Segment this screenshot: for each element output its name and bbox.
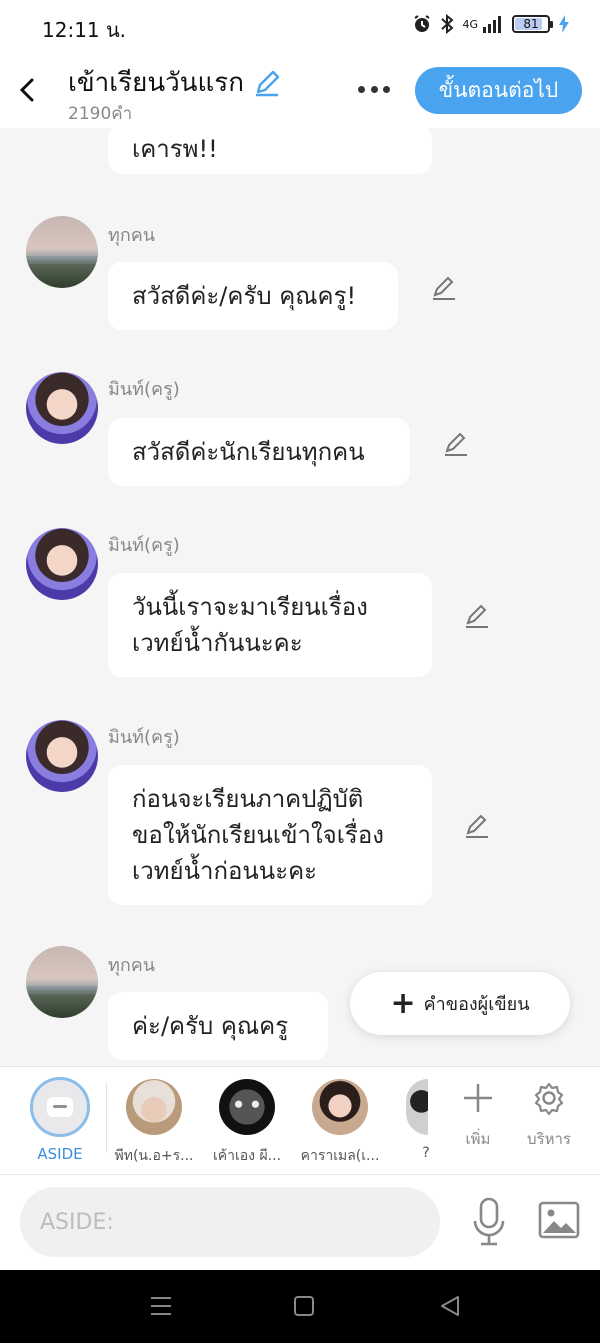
home-icon[interactable] (294, 1296, 314, 1316)
more-dot-icon (383, 85, 390, 93)
message-bubble[interactable]: สวัสดีค่ะนักเรียนทุกคน (108, 418, 410, 486)
next-step-button[interactable]: ขั้นตอนต่อไป (415, 67, 582, 114)
more-dot-icon (370, 85, 378, 93)
message-bubble[interactable]: ก่อนจะเรียนภาคปฏิบัติ ขอให้นักเรียนเข้าใ… (108, 765, 432, 905)
message-bubble[interactable]: วันนี้เราจะมาเรียนเรื่อง เวทย์น้ำกันนะคะ (108, 573, 432, 677)
recent-apps-icon[interactable] (150, 1296, 172, 1316)
bluetooth-icon (441, 14, 455, 34)
plus-icon: + (390, 985, 416, 1021)
speaker-name: ทุกคน (108, 225, 156, 246)
signal-icon (483, 16, 501, 33)
character-label: เค้าเอง ผี... (212, 1148, 282, 1164)
avatar[interactable] (26, 216, 98, 288)
message-text: วันนี้เราจะมาเรียนเรื่อง (132, 593, 368, 621)
character-avatar[interactable] (219, 1079, 275, 1135)
edit-message-icon[interactable] (463, 812, 491, 840)
speaker-name: มินท์(ครู) (108, 535, 180, 556)
battery-indicator: 81 (512, 15, 553, 33)
character-avatar[interactable] (126, 1079, 182, 1135)
back-arrow-icon[interactable] (14, 74, 42, 106)
avatar[interactable] (26, 720, 98, 792)
status-time: 12:11 น. (42, 18, 127, 42)
character-bar: ASIDE พีท(น.อ+ร... เค้าเอง ผี... คาราเมล… (0, 1066, 600, 1174)
avatar[interactable] (26, 528, 98, 600)
status-icons: 4G 81 (412, 14, 570, 34)
edit-message-icon[interactable] (442, 430, 470, 458)
character-avatar[interactable] (406, 1079, 428, 1135)
aside-icon (47, 1097, 73, 1117)
speaker-name: มินท์(ครู) (108, 727, 180, 748)
more-dot-icon (358, 85, 365, 93)
message-text: ขอให้นักเรียนเข้าใจเรื่อง (132, 821, 384, 849)
more-options-button[interactable] (352, 74, 396, 104)
battery-level: 81 (523, 17, 539, 31)
chat-area[interactable]: เคารพ!! ทุกคน สวัสดีค่ะ/ครับ คุณครู! มิน… (0, 128, 600, 1066)
edit-message-icon[interactable] (463, 602, 491, 630)
message-text: ก่อนจะเรียนภาคปฏิบัติ (132, 785, 364, 813)
episode-title: เข้าเรียนวันแรก (68, 68, 244, 98)
avatar[interactable] (26, 372, 98, 444)
character-label: คาราเมล(เ... (300, 1148, 380, 1164)
top-bar: เข้าเรียนวันแรก 2190คำ ขั้นตอนต่อไป (0, 52, 600, 128)
page-title: เข้าเรียนวันแรก (68, 62, 282, 103)
message-bubble[interactable]: สวัสดีค่ะ/ครับ คุณครู! (108, 262, 398, 330)
nav-back-icon[interactable] (438, 1294, 462, 1318)
edit-title-icon[interactable] (252, 68, 282, 98)
aside-label: ASIDE (37, 1145, 83, 1163)
message-input[interactable] (20, 1187, 440, 1257)
charging-icon (559, 15, 569, 33)
add-label: เพิ่ม (465, 1130, 491, 1148)
character-avatar[interactable] (312, 1079, 368, 1135)
manage-button[interactable]: บริหาร (519, 1081, 579, 1151)
message-text: ค่ะ/ครับ คุณครู (132, 1012, 289, 1040)
system-nav-bar (0, 1270, 600, 1343)
edit-message-icon[interactable] (430, 274, 458, 302)
message-bubble[interactable]: เคารพ!! (108, 128, 432, 174)
microphone-icon[interactable] (470, 1197, 508, 1247)
speaker-name: มินท์(ครู) (108, 379, 180, 400)
message-text: สวัสดีค่ะนักเรียนทุกคน (132, 438, 365, 466)
character-label: พีท(น.อ+ร... (114, 1148, 194, 1164)
message-text: สวัสดีค่ะ/ครับ คุณครู! (132, 282, 357, 310)
alarm-icon (414, 15, 431, 32)
add-character-button[interactable]: เพิ่ม (448, 1081, 508, 1151)
message-bubble[interactable]: ค่ะ/ครับ คุณครู (108, 992, 328, 1060)
author-note-label: คำของผู้เขียน (423, 994, 530, 1015)
message-text: เคารพ!! (132, 135, 218, 163)
network-type: 4G (462, 17, 478, 31)
divider (106, 1083, 107, 1153)
gear-icon (534, 1082, 564, 1116)
character-label: ? (422, 1145, 430, 1161)
plus-icon (464, 1084, 492, 1112)
speaker-name: ทุกคน (108, 955, 156, 976)
image-icon[interactable] (538, 1201, 580, 1239)
manage-label: บริหาร (527, 1130, 571, 1148)
message-text: เวทย์น้ำกันนะคะ (132, 629, 303, 657)
author-note-button[interactable]: + คำของผู้เขียน (350, 972, 570, 1035)
input-bar (0, 1174, 600, 1270)
status-bar: 12:11 น. 4G 81 (0, 0, 600, 52)
word-count: 2190คำ (68, 104, 133, 124)
avatar[interactable] (26, 946, 98, 1018)
message-text: เวทย์น้ำก่อนนะคะ (132, 857, 318, 885)
aside-character-button[interactable] (30, 1077, 90, 1137)
